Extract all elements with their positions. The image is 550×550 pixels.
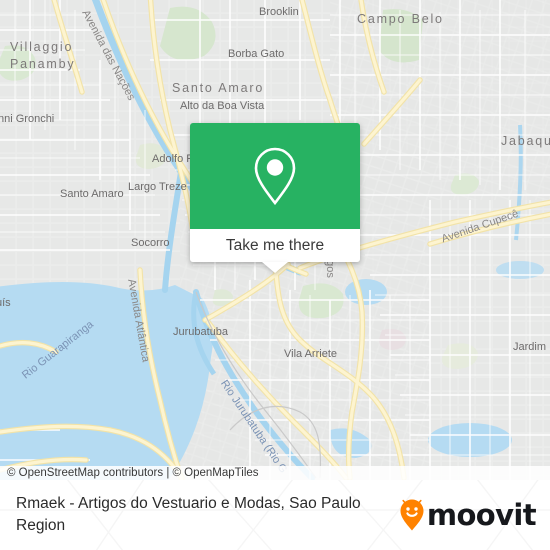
moovit-wordmark: moovit — [426, 497, 537, 532]
map-pin-icon — [254, 147, 296, 206]
place-marker-card[interactable]: Take me there — [190, 123, 360, 273]
moovit-logo[interactable]: moovit — [399, 497, 537, 532]
page-footer: Rmaek - Artigos do Vestuario e Modas, Sa… — [0, 480, 550, 550]
moovit-pin-smiley-icon — [400, 499, 424, 531]
place-title: Rmaek - Artigos do Vestuario e Modas, Sa… — [16, 495, 361, 534]
moovit-place-page: Villaggio Panamby nni Gronchi Brooklin B… — [0, 0, 550, 550]
place-card-header — [190, 123, 360, 229]
map-attribution-text: © OpenStreetMap contributors | © OpenMap… — [7, 467, 259, 479]
place-card-pointer — [262, 262, 288, 273]
take-me-there-button[interactable]: Take me there — [190, 229, 360, 262]
map-attribution[interactable]: © OpenStreetMap contributors | © OpenMap… — [0, 466, 550, 480]
take-me-there-label: Take me there — [225, 236, 325, 254]
map-canvas[interactable]: Villaggio Panamby nni Gronchi Brooklin B… — [0, 0, 550, 480]
